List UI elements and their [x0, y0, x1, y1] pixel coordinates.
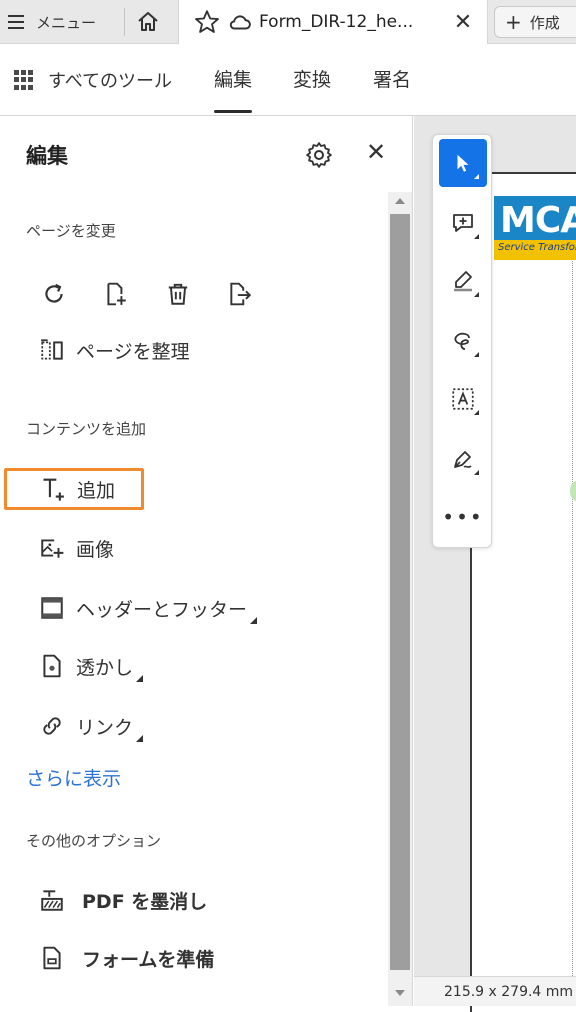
apps-grid-icon [14, 70, 34, 90]
add-text-icon [39, 474, 69, 504]
hamburger-icon [6, 14, 28, 30]
home-icon [138, 12, 158, 31]
draw-tool-button[interactable] [439, 317, 487, 365]
tool-options-indicator-icon [474, 174, 479, 179]
document-tab[interactable]: Form_DIR-12_he... ✕ [178, 0, 488, 44]
app-tab-bar: メニュー Form_DIR-12_he... ✕ + 作成 [0, 0, 576, 44]
form-icon [38, 944, 66, 972]
redact-pdf-label: PDF を墨消し [82, 890, 208, 913]
quick-tools-bar: ••• [432, 134, 492, 548]
show-more-link[interactable]: さらに表示 [26, 764, 121, 791]
menu-label: メニュー [36, 13, 97, 32]
image-icon [38, 534, 66, 562]
page-size-status: 215.9 x 279.4 mm [414, 976, 576, 1006]
link-item[interactable]: リンク [38, 706, 144, 746]
insert-page-icon [107, 282, 126, 306]
watermark-label: 透かし [76, 656, 134, 679]
add-text-button[interactable]: 追加 [4, 468, 144, 510]
prepare-form-item[interactable]: フォームを準備 [38, 938, 214, 978]
more-icon: ••• [442, 505, 484, 529]
mca-logo: MCA Service Transformation [494, 196, 576, 260]
scroll-up-arrow-icon[interactable] [395, 198, 405, 204]
trash-icon [168, 283, 188, 305]
star-icon[interactable] [193, 8, 221, 36]
redact-pdf-item[interactable]: PDF を墨消し [38, 880, 207, 920]
comment-tool-button[interactable] [439, 199, 487, 247]
organize-pages-item[interactable]: ページを整理 [38, 330, 190, 370]
tools-toolbar: すべてのツール 編集 変換 署名 [0, 44, 576, 116]
tool-options-indicator-icon [474, 352, 479, 357]
menu-button[interactable]: メニュー [6, 6, 96, 38]
tab-sign[interactable]: 署名 [373, 64, 411, 96]
scroll-down-arrow-icon[interactable] [395, 990, 405, 996]
select-tool-button[interactable] [439, 139, 487, 187]
gear-icon[interactable] [304, 140, 334, 170]
submenu-indicator-icon [136, 734, 144, 742]
close-panel-icon[interactable]: ✕ [362, 138, 390, 166]
tool-options-indicator-icon [474, 234, 479, 239]
pen-sign-icon [454, 451, 472, 468]
organize-pages-icon [38, 336, 66, 364]
add-comment-icon [453, 214, 473, 232]
all-tools-label: すべてのツール [48, 71, 173, 92]
prepare-form-label: フォームを準備 [82, 948, 215, 971]
logo-tagline: Service Transformation [498, 242, 576, 253]
add-text-label: 追加 [77, 479, 116, 502]
submenu-indicator-icon [250, 616, 258, 624]
tab-divider [124, 8, 125, 36]
header-footer-label: ヘッダーとフッター [76, 598, 248, 621]
page-actions-row [38, 278, 256, 310]
more-tools-button[interactable]: ••• [439, 493, 487, 541]
delete-page-button[interactable] [162, 278, 194, 310]
submenu-indicator-icon [136, 674, 144, 682]
edit-panel: 編集 ✕ ページを変更 ページを整理 コンテンツを追加 追加 画像 ヘッダーとフ… [0, 116, 413, 1006]
rotate-icon [45, 283, 63, 303]
section-add-content: コンテンツを追加 [26, 420, 147, 438]
tool-options-indicator-icon [474, 292, 479, 297]
image-item[interactable]: 画像 [38, 528, 114, 568]
extract-page-button[interactable] [224, 278, 256, 310]
section-other-options: その他のオプション [26, 832, 162, 850]
link-icon [38, 712, 66, 740]
panel-title: 編集 [26, 144, 68, 168]
highlight-tool-button[interactable] [439, 257, 487, 305]
logo-text: MCA [500, 200, 576, 241]
redact-icon [38, 886, 66, 914]
page-guide [572, 234, 573, 994]
sign-tool-button[interactable] [439, 435, 487, 483]
create-label: 作成 [529, 13, 560, 32]
organize-pages-label: ページを整理 [76, 340, 190, 363]
cloud-icon [229, 15, 251, 30]
rotate-button[interactable] [38, 278, 70, 310]
home-button[interactable] [131, 6, 165, 38]
tab-edit[interactable]: 編集 [214, 64, 253, 113]
all-tools-button[interactable]: すべてのツール [14, 64, 172, 96]
freehand-icon [454, 332, 470, 350]
scrollbar-thumb[interactable] [390, 214, 410, 970]
create-button[interactable]: + 作成 [494, 6, 576, 38]
insert-page-button[interactable] [100, 278, 132, 310]
document-tab-title: Form_DIR-12_he... [259, 12, 414, 32]
plus-icon: + [505, 10, 522, 34]
image-label: 画像 [76, 538, 115, 561]
watermark-icon [38, 652, 66, 680]
tool-options-indicator-icon [474, 410, 479, 415]
text-box-icon [452, 388, 474, 410]
tool-options-indicator-icon [474, 470, 479, 475]
header-footer-item[interactable]: ヘッダーとフッター [38, 588, 258, 628]
link-label: リンク [76, 716, 134, 739]
text-select-tool-button[interactable] [439, 375, 487, 423]
tab-convert[interactable]: 変換 [293, 64, 331, 96]
section-change-pages: ページを変更 [26, 222, 116, 240]
cursor-icon [457, 154, 469, 172]
close-tab-icon[interactable]: ✕ [451, 10, 475, 35]
extract-page-icon [230, 282, 252, 306]
header-footer-icon [38, 594, 66, 622]
highlighter-icon [454, 271, 472, 292]
panel-scrollbar[interactable] [388, 192, 412, 1006]
watermark-item[interactable]: 透かし [38, 646, 144, 686]
